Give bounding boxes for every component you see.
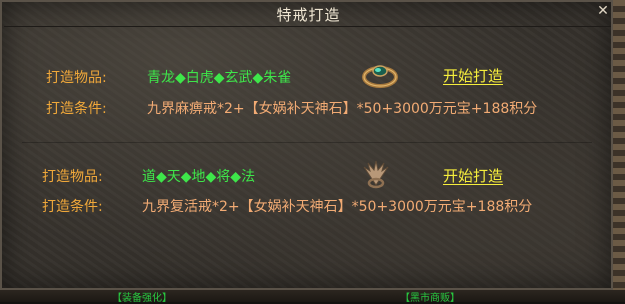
recipe-1-items: 青龙◆白虎◆玄武◆朱雀 xyxy=(147,70,292,86)
start-forge-button-2[interactable]: 开始打造 xyxy=(443,165,503,186)
recipe-separator xyxy=(22,142,592,143)
recipe-1-condition-label: 打造条件: xyxy=(46,101,107,117)
winged-ring-icon[interactable] xyxy=(356,159,396,189)
forge-dialog: 特戒打造 ✕ 打造物品: 青龙◆白虎◆玄武◆朱雀 开始打造 打造条件: 九界麻痹… xyxy=(0,0,613,290)
recipe-1-item-label: 打造物品: xyxy=(46,70,107,86)
recipe-2-item-label: 打造物品: xyxy=(42,169,103,185)
recipe-1-condition: 九界麻痹戒*2+【女娲补天神石】*50+3000万元宝+188积分 xyxy=(147,101,538,117)
recipe-2-condition-label: 打造条件: xyxy=(42,199,103,215)
start-forge-button-1[interactable]: 开始打造 xyxy=(443,65,503,86)
bottom-status-bar xyxy=(0,290,625,302)
jade-ring-icon[interactable] xyxy=(360,60,400,90)
world-edge xyxy=(613,0,625,302)
recipe-2-items: 道◆天◆地◆将◆法 xyxy=(142,169,256,185)
recipe-2-condition: 九界复活戒*2+【女娲补天神石】*50+3000万元宝+188积分 xyxy=(142,199,533,215)
dialog-title: 特戒打造 xyxy=(276,6,341,24)
title-divider xyxy=(4,26,611,27)
close-icon[interactable]: ✕ xyxy=(595,3,611,19)
